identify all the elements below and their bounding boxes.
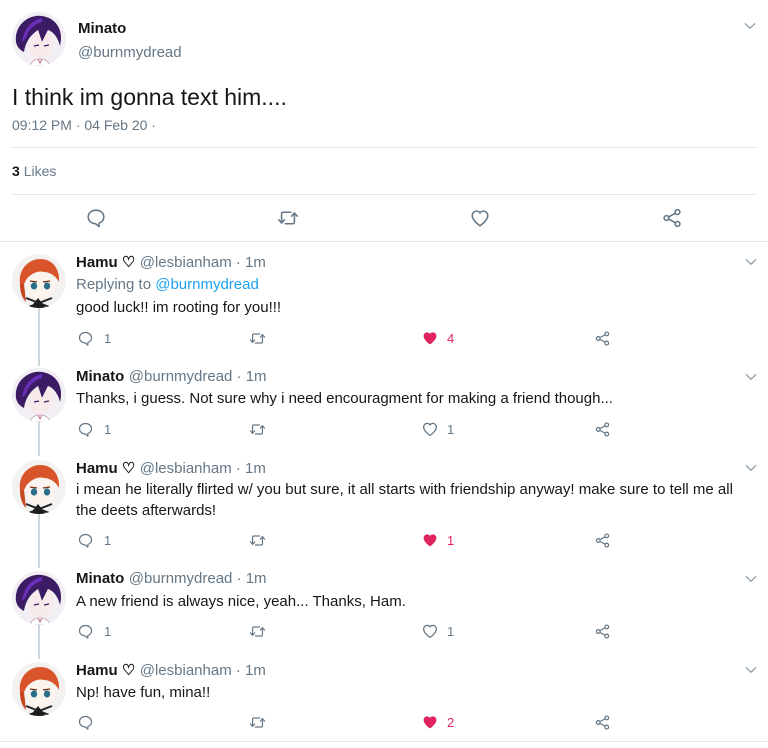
heart-icon[interactable] xyxy=(421,329,439,347)
chevron-down-icon[interactable] xyxy=(743,662,759,678)
comment-bubble-icon[interactable] xyxy=(77,532,94,549)
avatar[interactable] xyxy=(12,368,66,422)
retweet-icon[interactable] xyxy=(248,532,267,549)
share-icon[interactable] xyxy=(594,330,611,347)
likes-label: Likes xyxy=(23,163,57,179)
reply-text: Np! have fun, mina!! xyxy=(76,684,211,701)
reply-author-name[interactable]: Minato xyxy=(76,570,124,587)
main-tweet-text: I think im gonna text him.... xyxy=(12,84,287,110)
chevron-down-icon[interactable] xyxy=(743,254,759,270)
chevron-down-icon[interactable] xyxy=(743,369,759,385)
main-author-name[interactable]: Minato xyxy=(78,20,126,37)
like-count: 1 xyxy=(447,422,455,437)
divider xyxy=(12,194,756,195)
like-count: 4 xyxy=(447,331,455,346)
reply-author-handle[interactable]: @burnmydread · 1m xyxy=(129,570,267,587)
retweet-icon[interactable] xyxy=(248,330,267,347)
heart-icon[interactable] xyxy=(421,420,439,438)
share-icon[interactable] xyxy=(661,207,683,229)
heart-icon[interactable] xyxy=(421,531,439,549)
like-count: 1 xyxy=(447,624,455,639)
reply-text: Thanks, i guess. Not sure why i need enc… xyxy=(76,390,613,407)
reply-text-line: i mean he literally flirted w/ you but s… xyxy=(76,481,733,498)
comment-bubble-icon[interactable] xyxy=(77,330,94,347)
divider xyxy=(12,147,756,148)
comment-bubble-icon[interactable] xyxy=(77,421,94,438)
avatar[interactable] xyxy=(12,12,66,66)
chevron-down-icon[interactable] xyxy=(742,18,758,34)
thread-line xyxy=(38,308,40,366)
avatar[interactable] xyxy=(12,662,66,716)
reply-text-line: the deets afterwards! xyxy=(76,502,217,519)
reply-author-handle[interactable]: @lesbianham · 1m xyxy=(140,254,266,271)
share-icon[interactable] xyxy=(594,532,611,549)
retweet-icon[interactable] xyxy=(276,207,300,229)
thread-line xyxy=(38,625,40,659)
replying-to-link[interactable]: @burnmydread xyxy=(155,276,259,293)
divider xyxy=(0,741,768,742)
retweet-icon[interactable] xyxy=(248,623,267,640)
share-icon[interactable] xyxy=(594,421,611,438)
thread-line xyxy=(38,514,40,568)
thread-line xyxy=(38,422,40,456)
reply-count: 1 xyxy=(104,624,112,639)
reply-author-name[interactable]: Hamu ♡ xyxy=(76,254,135,271)
chevron-down-icon[interactable] xyxy=(743,571,759,587)
reply-text: good luck!! im rooting for you!!! xyxy=(76,299,282,316)
reply-count: 1 xyxy=(104,331,112,346)
reply-author-name[interactable]: Minato xyxy=(76,368,124,385)
divider xyxy=(0,241,768,242)
reply-author-name[interactable]: Hamu ♡ xyxy=(76,460,135,477)
reply-author-handle[interactable]: @lesbianham · 1m xyxy=(140,662,266,679)
reply-count: 1 xyxy=(104,533,112,548)
reply-author-name[interactable]: Hamu ♡ xyxy=(76,662,135,679)
like-count: 1 xyxy=(447,533,455,548)
avatar[interactable] xyxy=(12,254,66,308)
avatar[interactable] xyxy=(12,460,66,514)
likes-stat[interactable]: 3 Likes xyxy=(12,163,56,179)
likes-count: 3 xyxy=(12,163,20,179)
comment-bubble-icon[interactable] xyxy=(77,623,94,640)
main-tweet-timestamp: 09:12 PM · 04 Feb 20 · xyxy=(12,117,156,133)
retweet-icon[interactable] xyxy=(248,714,267,731)
share-icon[interactable] xyxy=(594,623,611,640)
reply-text: A new friend is always nice, yeah... Tha… xyxy=(76,593,406,610)
heart-icon[interactable] xyxy=(469,207,491,229)
reply-count: 1 xyxy=(104,422,112,437)
main-author-handle[interactable]: @burnmydread xyxy=(78,44,182,61)
comment-bubble-icon[interactable] xyxy=(77,714,94,731)
like-count: 2 xyxy=(447,715,455,730)
retweet-icon[interactable] xyxy=(248,421,267,438)
share-icon[interactable] xyxy=(594,714,611,731)
reply-author-handle[interactable]: @lesbianham · 1m xyxy=(140,460,266,477)
heart-icon[interactable] xyxy=(421,713,439,731)
replying-to-label: Replying to xyxy=(76,276,156,293)
comment-bubble-icon[interactable] xyxy=(85,207,107,229)
reply-author-handle[interactable]: @burnmydread · 1m xyxy=(129,368,267,385)
heart-icon[interactable] xyxy=(421,622,439,640)
chevron-down-icon[interactable] xyxy=(743,460,759,476)
avatar[interactable] xyxy=(12,571,66,625)
